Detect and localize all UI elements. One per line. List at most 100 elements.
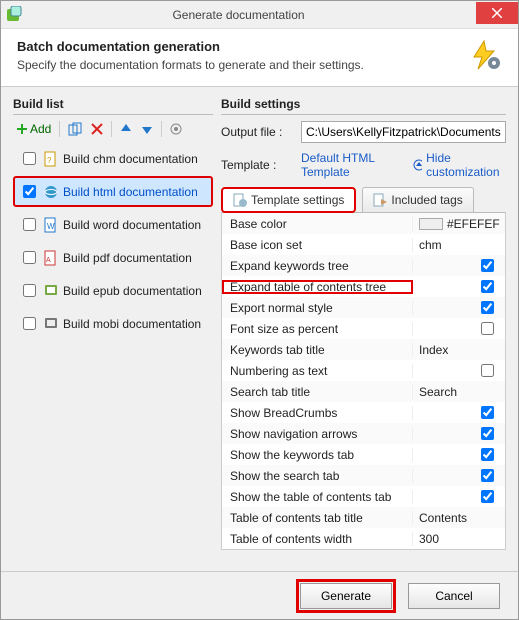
template-settings-icon [233, 193, 247, 207]
doc-type-icon: W [43, 217, 59, 233]
settings-label: Keywords tab title [222, 343, 413, 357]
color-swatch[interactable] [419, 218, 443, 230]
doc-type-icon [43, 184, 59, 200]
settings-label: Font size as percent [222, 322, 413, 336]
window-title: Generate documentation [1, 8, 476, 22]
settings-row[interactable]: Expand table of contents tree [222, 276, 505, 297]
settings-row[interactable]: Show the search tab [222, 465, 505, 486]
template-link[interactable]: Default HTML Template [301, 151, 401, 179]
build-item-label: Build word documentation [63, 218, 201, 232]
settings-row[interactable]: Show the keywords tab [222, 444, 505, 465]
settings-value: chm [419, 238, 442, 252]
settings-tabs: Template settings Included tags [221, 187, 506, 213]
output-file-label: Output file : [221, 125, 295, 139]
settings-label: Search tab title [222, 385, 413, 399]
tab-template-settings[interactable]: Template settings [221, 187, 356, 213]
settings-checkbox[interactable] [481, 427, 494, 440]
settings-label: Numbering as text [222, 364, 413, 378]
settings-label: Show BreadCrumbs [222, 406, 413, 420]
settings-checkbox[interactable] [481, 490, 494, 503]
build-item-checkbox[interactable] [23, 317, 36, 330]
delete-button[interactable] [88, 122, 106, 136]
settings-row[interactable]: Show navigation arrows [222, 423, 505, 444]
toolbar-separator [161, 121, 162, 137]
build-item-checkbox[interactable] [23, 251, 36, 264]
doc-type-icon [43, 316, 59, 332]
svg-text:A: A [46, 257, 51, 264]
settings-checkbox[interactable] [481, 301, 494, 314]
output-file-row: Output file : [221, 121, 506, 143]
dialog-header: Batch documentation generation Specify t… [1, 29, 518, 87]
settings-row[interactable]: Show the table of contents tab [222, 486, 505, 507]
settings-label: Show the search tab [222, 469, 413, 483]
build-settings-title: Build settings [221, 97, 506, 111]
settings-row[interactable]: Search tab title Search [222, 381, 505, 402]
build-list-item[interactable]: A Build pdf documentation [13, 242, 213, 273]
settings-row[interactable]: Show BreadCrumbs [222, 402, 505, 423]
build-item-checkbox[interactable] [23, 185, 36, 198]
app-icon [7, 6, 23, 22]
titlebar: Generate documentation [1, 1, 518, 29]
build-item-label: Build mobi documentation [63, 317, 201, 331]
build-item-label: Build pdf documentation [63, 251, 192, 265]
generate-button[interactable]: Generate [300, 583, 392, 609]
divider [221, 114, 506, 115]
settings-checkbox[interactable] [481, 469, 494, 482]
close-button[interactable] [476, 2, 518, 24]
settings-row[interactable]: Base icon setchm [222, 234, 505, 255]
build-list-item[interactable]: Build html documentation [13, 176, 213, 207]
tab-template-settings-label: Template settings [251, 193, 344, 207]
settings-row[interactable]: Base color#EFEFEF [222, 213, 505, 234]
settings-row[interactable]: Expand keywords tree [222, 255, 505, 276]
divider [13, 114, 213, 115]
build-list-item[interactable]: Build epub documentation [13, 275, 213, 306]
settings-row[interactable]: Table of contents tab titleContents [222, 507, 505, 528]
template-settings-grid: Base color#EFEFEFBase icon setchm Expand … [221, 212, 506, 550]
build-list-item[interactable]: Build mobi documentation [13, 308, 213, 339]
settings-button[interactable] [167, 122, 185, 136]
settings-checkbox[interactable] [481, 364, 494, 377]
build-list-item[interactable]: ?Build chm documentation [13, 143, 213, 174]
duplicate-button[interactable] [65, 121, 85, 137]
template-label: Template : [221, 158, 295, 172]
settings-checkbox[interactable] [481, 280, 494, 293]
settings-value: Search [419, 385, 457, 399]
settings-value: 300 [419, 532, 439, 546]
settings-label: Expand table of contents tree [222, 280, 413, 294]
add-label: Add [30, 122, 51, 136]
doc-type-icon [43, 283, 59, 299]
move-up-button[interactable] [117, 122, 135, 136]
hide-customization-link[interactable]: Hide customization [413, 151, 506, 179]
move-down-button[interactable] [138, 122, 156, 136]
settings-checkbox[interactable] [481, 259, 494, 272]
settings-label: Show navigation arrows [222, 427, 413, 441]
settings-row[interactable]: Keywords tab title Index [222, 339, 505, 360]
settings-label: Show the table of contents tab [222, 490, 413, 504]
cancel-button[interactable]: Cancel [408, 583, 500, 609]
tab-included-tags[interactable]: Included tags [362, 187, 473, 213]
build-item-checkbox[interactable] [23, 152, 36, 165]
tab-included-tags-label: Included tags [391, 193, 462, 207]
add-button[interactable]: Add [13, 121, 54, 137]
build-list-panel: Build list Add ?Build chm documentationB… [13, 95, 213, 553]
build-item-label: Build html documentation [63, 185, 198, 199]
header-title: Batch documentation generation [17, 39, 462, 54]
settings-checkbox[interactable] [481, 448, 494, 461]
output-file-input[interactable] [301, 121, 506, 143]
build-item-checkbox[interactable] [23, 218, 36, 231]
settings-row[interactable]: Numbering as text [222, 360, 505, 381]
settings-label: Expand keywords tree [222, 259, 413, 273]
settings-label: Export normal style [222, 301, 413, 315]
build-item-checkbox[interactable] [23, 284, 36, 297]
settings-checkbox[interactable] [481, 322, 494, 335]
build-list-item[interactable]: W Build word documentation [13, 209, 213, 240]
settings-value: Index [419, 343, 448, 357]
settings-checkbox[interactable] [481, 406, 494, 419]
plus-icon [16, 123, 28, 135]
settings-row[interactable]: Export normal style [222, 297, 505, 318]
header-subtitle: Specify the documentation formats to gen… [17, 58, 462, 72]
settings-row[interactable]: Table of contents width300 [222, 528, 505, 549]
build-item-label: Build chm documentation [63, 152, 198, 166]
build-settings-panel: Build settings Output file : Template : … [221, 95, 506, 553]
settings-row[interactable]: Font size as percent [222, 318, 505, 339]
